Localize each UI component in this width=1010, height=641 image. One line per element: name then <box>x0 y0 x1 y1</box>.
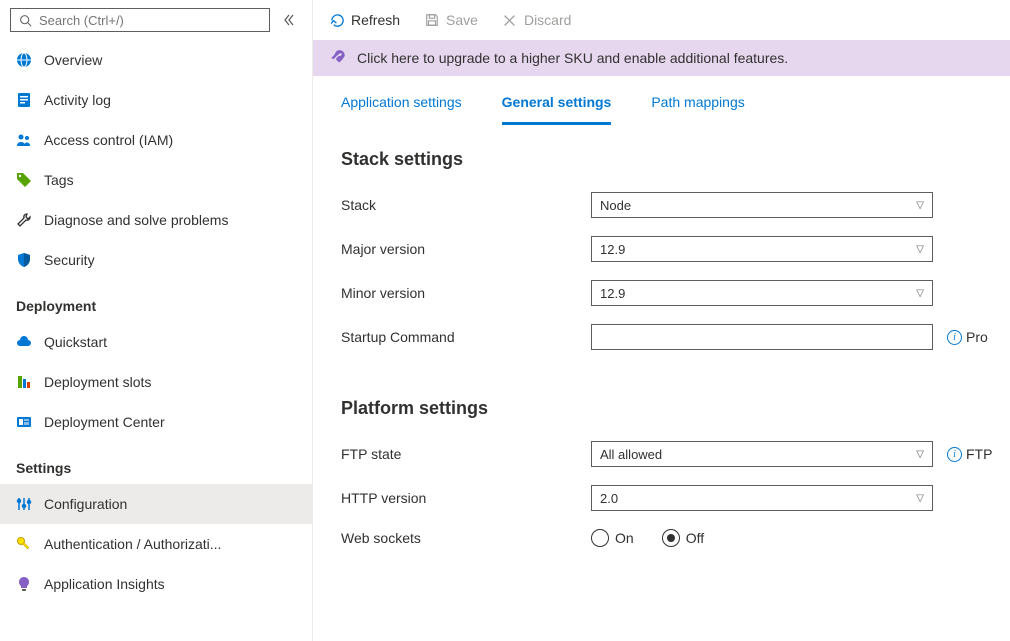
nav-label: Activity log <box>44 92 296 108</box>
startup-hint: Pro <box>966 329 988 345</box>
minor-version-value: 12.9 <box>600 286 625 301</box>
http-version-label: HTTP version <box>341 490 591 506</box>
refresh-icon <box>329 12 345 28</box>
upgrade-banner[interactable]: Click here to upgrade to a higher SKU an… <box>313 40 1010 76</box>
tab-general-settings[interactable]: General settings <box>502 94 612 125</box>
tabs: Application settings General settings Pa… <box>313 76 1010 125</box>
nav-label: Deployment Center <box>44 414 296 430</box>
minor-version-select[interactable]: 12.9 ▽ <box>591 280 933 306</box>
nav-activity-log[interactable]: Activity log <box>0 80 312 120</box>
toolbar: Refresh Save Discard <box>313 0 1010 40</box>
center-icon <box>16 414 32 430</box>
search-input-wrapper[interactable] <box>10 8 270 32</box>
close-icon <box>502 12 518 28</box>
radio-icon <box>662 529 680 547</box>
collapse-sidebar-button[interactable] <box>276 8 302 32</box>
nav-tags[interactable]: Tags <box>0 160 312 200</box>
nav-section-deployment: Deployment <box>0 280 312 322</box>
sidebar: Overview Activity log Access control (IA… <box>0 0 312 641</box>
chevron-down-icon: ▽ <box>916 244 924 255</box>
save-button[interactable]: Save <box>424 12 478 28</box>
nav-label: Tags <box>44 172 296 188</box>
chevron-down-icon: ▽ <box>916 288 924 299</box>
tab-path-mappings[interactable]: Path mappings <box>651 94 744 125</box>
web-sockets-label: Web sockets <box>341 530 591 546</box>
nav-deployment-slots[interactable]: Deployment slots <box>0 362 312 402</box>
nav-diagnose[interactable]: Diagnose and solve problems <box>0 200 312 240</box>
nav-section-settings: Settings <box>0 442 312 484</box>
refresh-button[interactable]: Refresh <box>329 12 400 28</box>
content-scroll[interactable]: Stack settings Stack Node ▽ Major versio… <box>313 125 1010 641</box>
major-version-value: 12.9 <box>600 242 625 257</box>
slots-icon <box>16 374 32 390</box>
chevron-down-icon: ▽ <box>916 493 924 504</box>
banner-text: Click here to upgrade to a higher SKU an… <box>357 50 788 66</box>
chevron-down-icon: ▽ <box>916 200 924 211</box>
wrench-icon <box>16 212 32 228</box>
chevron-down-icon: ▽ <box>916 449 924 460</box>
log-icon <box>16 92 32 108</box>
minor-version-label: Minor version <box>341 285 591 301</box>
bulb-icon <box>16 576 32 592</box>
nav-app-insights[interactable]: Application Insights <box>0 564 312 604</box>
ftp-state-select[interactable]: All allowed ▽ <box>591 441 933 467</box>
nav-label: Configuration <box>44 496 296 512</box>
main-panel: Refresh Save Discard Click here to upgra… <box>312 0 1010 641</box>
nav-configuration[interactable]: Configuration <box>0 484 312 524</box>
nav-label: Diagnose and solve problems <box>44 212 296 228</box>
save-icon <box>424 12 440 28</box>
radio-off-label: Off <box>686 530 704 546</box>
radio-icon <box>591 529 609 547</box>
globe-icon <box>16 52 32 68</box>
search-icon <box>17 12 33 28</box>
tab-application-settings[interactable]: Application settings <box>341 94 462 125</box>
startup-command-label: Startup Command <box>341 329 591 345</box>
refresh-label: Refresh <box>351 12 400 28</box>
nav-label: Deployment slots <box>44 374 296 390</box>
ftp-state-label: FTP state <box>341 446 591 462</box>
ftp-hint: FTP <box>966 446 992 462</box>
nav-label: Access control (IAM) <box>44 132 296 148</box>
nav-scroll[interactable]: Overview Activity log Access control (IA… <box>0 40 312 641</box>
web-sockets-on[interactable]: On <box>591 529 634 547</box>
sliders-icon <box>16 496 32 512</box>
nav-security[interactable]: Security <box>0 240 312 280</box>
key-icon <box>16 536 32 552</box>
discard-button[interactable]: Discard <box>502 12 571 28</box>
rocket-icon <box>329 49 347 67</box>
ftp-state-value: All allowed <box>600 447 662 462</box>
nav-label: Application Insights <box>44 576 296 592</box>
tag-icon <box>16 172 32 188</box>
major-version-label: Major version <box>341 241 591 257</box>
info-icon[interactable]: i <box>947 330 962 345</box>
nav-label: Overview <box>44 52 296 68</box>
section-platform-title: Platform settings <box>341 398 1010 419</box>
nav-authentication[interactable]: Authentication / Authorizati... <box>0 524 312 564</box>
nav-overview[interactable]: Overview <box>0 40 312 80</box>
shield-icon <box>16 252 32 268</box>
nav-label: Quickstart <box>44 334 296 350</box>
nav-label: Security <box>44 252 296 268</box>
nav-quickstart[interactable]: Quickstart <box>0 322 312 362</box>
discard-label: Discard <box>524 12 571 28</box>
http-version-select[interactable]: 2.0 ▽ <box>591 485 933 511</box>
stack-select[interactable]: Node ▽ <box>591 192 933 218</box>
cloud-icon <box>16 334 32 350</box>
stack-value: Node <box>600 198 631 213</box>
nav-deployment-center[interactable]: Deployment Center <box>0 402 312 442</box>
nav-label: Authentication / Authorizati... <box>44 536 296 552</box>
startup-command-input[interactable] <box>591 324 933 350</box>
save-label: Save <box>446 12 478 28</box>
info-icon[interactable]: i <box>947 447 962 462</box>
section-stack-title: Stack settings <box>341 149 1010 170</box>
web-sockets-off[interactable]: Off <box>662 529 704 547</box>
nav-access-control[interactable]: Access control (IAM) <box>0 120 312 160</box>
http-version-value: 2.0 <box>600 491 618 506</box>
major-version-select[interactable]: 12.9 ▽ <box>591 236 933 262</box>
search-input[interactable] <box>39 13 263 28</box>
stack-label: Stack <box>341 197 591 213</box>
radio-on-label: On <box>615 530 634 546</box>
people-icon <box>16 132 32 148</box>
